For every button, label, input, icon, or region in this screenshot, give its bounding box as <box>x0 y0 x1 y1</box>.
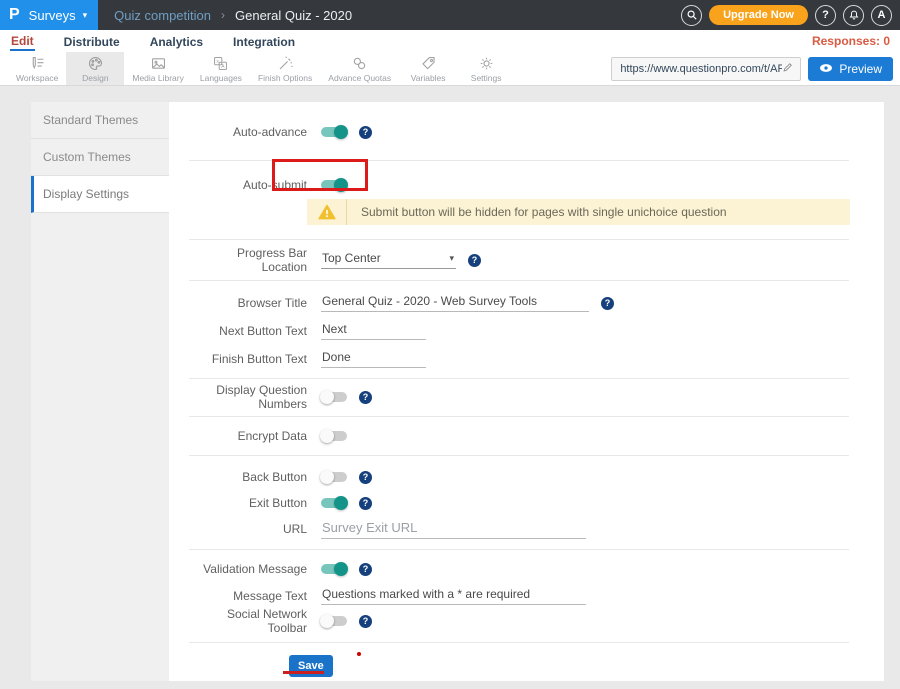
toolbar-item-advance-quotas[interactable]: Advance Quotas <box>320 52 399 85</box>
workspace-icon <box>29 55 46 72</box>
preview-button[interactable]: Preview <box>808 57 893 81</box>
warning-message: Submit button will be hidden for pages w… <box>347 205 727 219</box>
notifications-bell-icon[interactable] <box>843 5 864 26</box>
upgrade-now-button[interactable]: Upgrade Now <box>709 5 808 25</box>
finish-button-text-input[interactable] <box>321 350 426 368</box>
product-switcher[interactable]: P Surveys ▾ <box>0 0 98 30</box>
validation-message-label: Validation Message <box>189 562 307 576</box>
auto-advance-help-icon[interactable]: ? <box>359 126 372 139</box>
chevron-down-icon: ▾ <box>449 253 454 264</box>
toolbar-item-variables[interactable]: Variables <box>399 52 457 85</box>
surveys-menu-label: Surveys <box>29 8 76 23</box>
encrypt-data-toggle[interactable] <box>321 431 347 441</box>
tab-edit[interactable]: Edit <box>10 32 35 51</box>
display-settings-panel: Auto-advance ? Auto-submit <box>169 102 884 681</box>
display-question-numbers-help-icon[interactable]: ? <box>359 391 372 404</box>
toolbar-item-languages[interactable]: x A Languages <box>192 52 250 85</box>
toolbar-item-workspace[interactable]: Workspace <box>8 52 66 85</box>
search-icon[interactable] <box>681 5 702 26</box>
progress-bar-location-select[interactable]: Top Center ▾ <box>321 251 456 269</box>
design-palette-icon <box>87 55 104 72</box>
message-text-input[interactable] <box>321 587 586 605</box>
annotation-underline <box>283 671 324 674</box>
chain-links-icon <box>351 55 368 72</box>
annotation-dot <box>357 652 361 656</box>
exit-url-label: URL <box>189 522 307 536</box>
auto-submit-toggle[interactable] <box>321 180 347 190</box>
content-area: Standard Themes Custom Themes Display Se… <box>0 86 900 689</box>
survey-exit-url-input[interactable] <box>321 520 586 539</box>
breadcrumb-survey-name: General Quiz - 2020 <box>235 8 352 23</box>
toolbar-item-settings[interactable]: Settings <box>457 52 515 85</box>
responses-count[interactable]: Responses: 0 <box>812 34 890 48</box>
edit-toolbar: Workspace Design Media Library x A Langu… <box>0 52 900 86</box>
top-navbar: P Surveys ▾ Quiz competition › General Q… <box>0 0 900 30</box>
sidebar-item-custom-themes[interactable]: Custom Themes <box>31 139 169 176</box>
edit-url-pencil-icon[interactable] <box>782 60 794 78</box>
svg-text:x: x <box>217 59 220 65</box>
toolbar-item-media-library[interactable]: Media Library <box>124 52 192 85</box>
validation-message-toggle[interactable] <box>321 564 347 574</box>
help-icon[interactable]: ? <box>815 5 836 26</box>
warning-triangle-icon <box>307 199 347 225</box>
tag-icon <box>420 55 437 72</box>
browser-title-help-icon[interactable]: ? <box>601 297 614 310</box>
social-network-toolbar-toggle[interactable] <box>321 616 347 626</box>
languages-icon: x A <box>212 55 229 72</box>
survey-url-box <box>611 57 801 81</box>
survey-url-input[interactable] <box>620 63 782 75</box>
auto-submit-warning-banner: Submit button will be hidden for pages w… <box>307 199 850 225</box>
chevron-down-icon: ▾ <box>83 10 88 21</box>
tab-distribute[interactable]: Distribute <box>63 33 121 50</box>
magic-wand-icon <box>277 55 294 72</box>
media-library-icon <box>150 55 167 72</box>
next-button-text-label: Next Button Text <box>189 324 307 338</box>
breadcrumb-folder-link[interactable]: Quiz competition <box>114 8 211 23</box>
tab-analytics[interactable]: Analytics <box>149 33 204 50</box>
progress-bar-location-label: Progress Bar Location <box>189 246 307 274</box>
svg-text:A: A <box>222 64 226 70</box>
auto-advance-toggle[interactable] <box>321 127 347 137</box>
next-button-text-input[interactable] <box>321 322 426 340</box>
back-button-toggle[interactable] <box>321 472 347 482</box>
back-button-label: Back Button <box>189 470 307 484</box>
exit-button-help-icon[interactable]: ? <box>359 497 372 510</box>
validation-message-help-icon[interactable]: ? <box>359 563 372 576</box>
display-question-numbers-label: Display Question Numbers <box>189 383 307 411</box>
design-sidebar: Standard Themes Custom Themes Display Se… <box>31 102 169 681</box>
auto-advance-label: Auto-advance <box>189 125 307 139</box>
breadcrumb: Quiz competition › General Quiz - 2020 <box>114 8 352 23</box>
toolbar-item-finish-options[interactable]: Finish Options <box>250 52 320 85</box>
finish-button-text-label: Finish Button Text <box>189 352 307 366</box>
avatar[interactable]: A <box>871 5 892 26</box>
tab-integration[interactable]: Integration <box>232 33 296 50</box>
eye-icon <box>819 62 833 76</box>
encrypt-data-label: Encrypt Data <box>189 429 307 443</box>
questionpro-logo-icon[interactable]: P <box>9 7 20 23</box>
message-text-label: Message Text <box>189 589 307 603</box>
display-question-numbers-toggle[interactable] <box>321 392 347 402</box>
toolbar-item-design[interactable]: Design <box>66 52 124 85</box>
social-network-toolbar-label: Social Network Toolbar <box>189 607 307 635</box>
browser-title-input[interactable] <box>321 294 589 312</box>
survey-nav-tabs: Edit Distribute Analytics Integration Re… <box>0 30 900 52</box>
browser-title-label: Browser Title <box>189 296 307 310</box>
sidebar-item-standard-themes[interactable]: Standard Themes <box>31 102 169 139</box>
sidebar-item-display-settings[interactable]: Display Settings <box>31 176 169 213</box>
progress-bar-help-icon[interactable]: ? <box>468 254 481 267</box>
exit-button-label: Exit Button <box>189 496 307 510</box>
gear-icon <box>478 55 495 72</box>
auto-submit-label: Auto-submit <box>189 178 307 192</box>
social-network-toolbar-help-icon[interactable]: ? <box>359 615 372 628</box>
breadcrumb-separator: › <box>221 8 225 22</box>
back-button-help-icon[interactable]: ? <box>359 471 372 484</box>
exit-button-toggle[interactable] <box>321 498 347 508</box>
